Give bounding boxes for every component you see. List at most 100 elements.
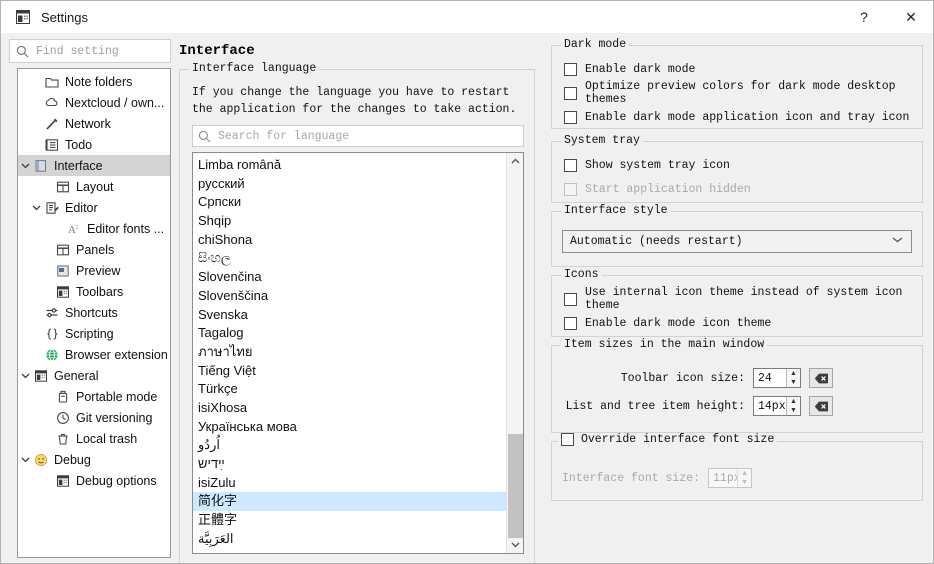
sidebar-item-label: Local trash (76, 431, 138, 446)
list-item-height-spinbox[interactable]: 14px ▲ ▼ (753, 396, 801, 416)
sidebar-item-git-versioning[interactable]: Git versioning (18, 407, 170, 428)
spinner-up-icon[interactable]: ▲ (787, 369, 800, 378)
language-list-item[interactable]: Svenska (193, 306, 506, 325)
language-list-box[interactable]: Limba română русский Српски Shqip chiShona සි… (192, 152, 524, 554)
font-icon: A (65, 222, 82, 236)
spinner-arrows[interactable]: ▲ ▼ (786, 397, 800, 415)
settings-tree[interactable]: Note folders Nextcloud / own... Network Tod… (17, 68, 171, 558)
language-list-item[interactable]: Српски (193, 193, 506, 212)
sidebar-item-browser-extension[interactable]: Browser extension (18, 344, 170, 365)
find-setting-input[interactable] (34, 43, 154, 59)
spinner-down-icon: ▼ (741, 479, 748, 486)
sidebar-item-general[interactable]: General (18, 365, 170, 386)
checkbox-box-icon (564, 110, 577, 124)
language-list-item[interactable]: Slovenčina (193, 268, 506, 287)
checkbox-label: Enable dark mode (585, 62, 696, 76)
sidebar-item-debug[interactable]: Debug (18, 449, 170, 470)
spinner-up-icon: ▲ (741, 470, 748, 477)
language-search-input[interactable] (216, 128, 496, 144)
close-button[interactable]: ✕ (887, 1, 933, 33)
scroll-up-arrow-icon[interactable] (507, 153, 523, 170)
item-sizes-group-title: Item sizes in the main window (561, 338, 768, 351)
general-icon (32, 369, 49, 383)
sidebar-item-local-trash[interactable]: Local trash (18, 428, 170, 449)
chevron-down-icon[interactable] (18, 456, 32, 463)
sidebar-item-preview[interactable]: Preview (18, 260, 170, 281)
language-list-item[interactable]: русский (193, 175, 506, 194)
checkbox-use-internal-icon-theme[interactable]: Use internal icon theme instead of syste… (564, 286, 922, 312)
language-list-item[interactable]: Tiếng Việt (193, 362, 506, 381)
toolbar-icon-size-spinbox[interactable]: 24 ▲ ▼ (753, 368, 801, 388)
chevron-down-icon[interactable] (29, 204, 43, 211)
chevron-down-icon[interactable] (18, 162, 32, 169)
sidebar-item-toolbars[interactable]: Toolbars (18, 281, 170, 302)
toolbars-icon (54, 285, 71, 299)
sidebar-item-label: Note folders (65, 74, 133, 89)
toolbar-icon-size-reset-button[interactable] (809, 368, 833, 388)
checkbox-enable-dark-mode[interactable]: Enable dark mode (564, 60, 922, 78)
interface-style-group-title: Interface style (561, 204, 671, 217)
language-list-item[interactable]: සිංහල (193, 249, 506, 268)
window-title: Settings (41, 9, 88, 25)
sidebar-item-network[interactable]: Network (18, 113, 170, 134)
language-list-item[interactable]: Shqip (193, 212, 506, 231)
sidebar-item-editor[interactable]: Editor (18, 197, 170, 218)
list-item-height-label: List and tree item height: (565, 399, 745, 413)
language-list-item[interactable]: Tagalog (193, 324, 506, 343)
spinner-down-icon[interactable]: ▼ (787, 378, 800, 387)
sidebar-item-label: Scripting (65, 326, 114, 341)
sidebar-item-label: Git versioning (76, 410, 153, 425)
sidebar-item-interface[interactable]: Interface (18, 155, 170, 176)
sidebar-item-label: Toolbars (76, 284, 124, 299)
chevron-down-icon[interactable] (18, 372, 32, 379)
sidebar-item-editor-fonts[interactable]: A Editor fonts ... (18, 218, 170, 239)
dark-mode-group-title: Dark mode (561, 38, 630, 51)
language-list-item[interactable]: Українська мова (193, 418, 506, 437)
language-search-field[interactable] (192, 125, 524, 147)
language-list-item[interactable]: isiZulu (193, 474, 506, 493)
folder-icon (43, 75, 60, 89)
interface-language-group-title: Interface language (189, 62, 320, 75)
interface-style-dropdown[interactable]: Automatic (needs restart) (562, 230, 912, 253)
checkbox-dark-mode-app-icon[interactable]: Enable dark mode application icon and tr… (564, 108, 922, 126)
checkbox-label: Show system tray icon (585, 158, 730, 172)
spinner-up-icon[interactable]: ▲ (787, 397, 800, 406)
language-list-item[interactable]: Türkçe (193, 380, 506, 399)
debug-options-icon (54, 474, 71, 488)
sidebar-item-portable-mode[interactable]: Portable mode (18, 386, 170, 407)
spinner-arrows[interactable]: ▲ ▼ (786, 369, 800, 387)
language-list-item[interactable]: ײִדיש (193, 455, 506, 474)
find-setting-field[interactable] (9, 39, 171, 63)
sidebar-item-layout[interactable]: Layout (18, 176, 170, 197)
checkbox-optimize-preview-colors[interactable]: Optimize preview colors for dark mode de… (564, 80, 922, 106)
sidebar-item-scripting[interactable]: Scripting (18, 323, 170, 344)
page-title: Interface (179, 43, 255, 59)
spinner-down-icon[interactable]: ▼ (787, 406, 800, 415)
language-list-item[interactable]: العَرَبِيَّة (193, 530, 506, 549)
sidebar-item-nextcloud-own[interactable]: Nextcloud / own... (18, 92, 170, 113)
language-list-item[interactable]: chiShona (193, 231, 506, 250)
language-list-item[interactable]: 正體字 (193, 511, 506, 530)
checkbox-enable-dark-mode-icon-theme[interactable]: Enable dark mode icon theme (564, 314, 922, 332)
scrollbar-thumb[interactable] (508, 434, 523, 538)
language-list-item[interactable]: Limba română (193, 156, 506, 175)
language-list-item[interactable]: 简化字 (193, 492, 506, 512)
font-override-group: Override interface font size Interface f… (551, 433, 923, 501)
sidebar-item-shortcuts[interactable]: Shortcuts (18, 302, 170, 323)
sidebar-item-note-folders[interactable]: Note folders (18, 71, 170, 92)
language-list-item[interactable]: isiXhosa (193, 399, 506, 418)
checkbox-override-interface-font-size[interactable]: Override interface font size (558, 433, 778, 446)
language-list[interactable]: Limba română русский Српски Shqip chiShona සි… (193, 153, 506, 553)
checkbox-show-system-tray-icon[interactable]: Show system tray icon (564, 156, 751, 174)
list-item-height-reset-button[interactable] (809, 396, 833, 416)
scroll-down-arrow-icon[interactable] (507, 536, 523, 553)
sidebar-item-debug-options[interactable]: Debug options (18, 470, 170, 491)
sidebar-item-panels[interactable]: Panels (18, 239, 170, 260)
sidebar-item-todo[interactable]: Todo (18, 134, 170, 155)
toolbar-icon-size-label: Toolbar icon size: (620, 371, 745, 385)
language-list-scrollbar[interactable] (506, 153, 523, 553)
language-list-item[interactable]: ภาษาไทย (193, 343, 506, 362)
language-list-item[interactable]: اُردُو (193, 436, 506, 455)
language-list-item[interactable]: Slovenščina (193, 287, 506, 306)
help-button[interactable]: ? (841, 1, 887, 33)
